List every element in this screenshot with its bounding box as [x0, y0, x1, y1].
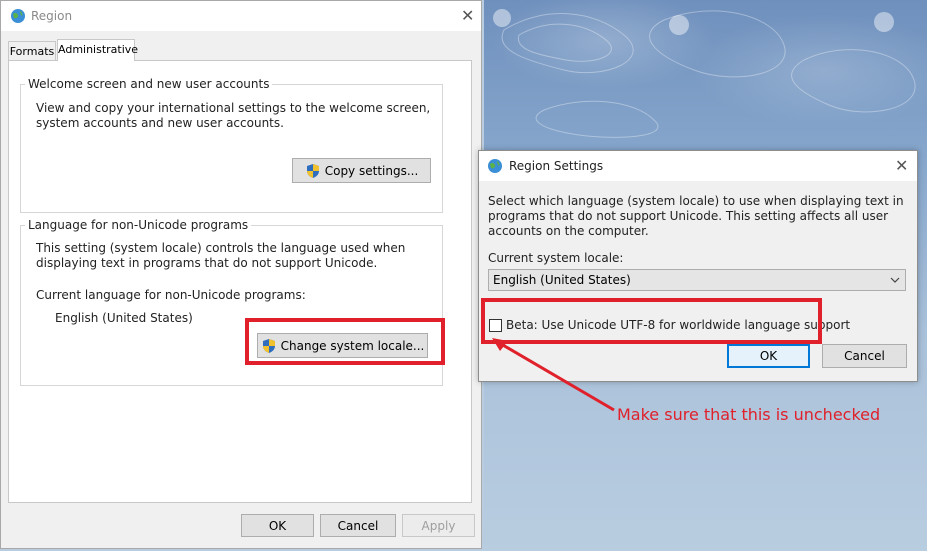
current-language-value: English (United States): [55, 311, 193, 325]
current-language-label: Current language for non-Unicode program…: [36, 288, 306, 302]
close-icon[interactable]: ✕: [895, 158, 908, 174]
annotation-arrow: [492, 338, 615, 412]
welcome-description: View and copy your international setting…: [36, 101, 431, 130]
tab-formats[interactable]: Formats: [8, 41, 56, 60]
apply-button[interactable]: Apply: [402, 514, 475, 537]
dialog-cancel-button[interactable]: Cancel: [822, 344, 907, 368]
group-legend: Welcome screen and new user accounts: [28, 77, 270, 91]
chevron-down-icon: [890, 277, 900, 283]
title-bar: Region ✕: [1, 1, 481, 31]
highlight-change-locale: [245, 318, 445, 365]
group-legend: Language for non-Unicode programs: [28, 218, 249, 232]
region-window: Region ✕ Formats Administrative Welcome …: [0, 0, 482, 549]
window-title: Region: [31, 9, 73, 23]
system-locale-value: English (United States): [493, 273, 631, 287]
desktop-wallpaper-pattern: [493, 9, 916, 138]
copy-settings-button[interactable]: Copy settings...: [292, 158, 431, 183]
dialog-ok-button[interactable]: OK: [727, 344, 810, 368]
tab-administrative[interactable]: Administrative: [57, 39, 138, 61]
annotation-text: Make sure that this is unchecked: [617, 405, 881, 424]
close-icon[interactable]: ✕: [461, 8, 474, 24]
dialog-title-bar: Region Settings ✕: [479, 151, 917, 181]
non-unicode-description: This setting (system locale) controls th…: [36, 241, 406, 270]
dialog-description: Select which language (system locale) to…: [488, 194, 904, 238]
system-locale-label: Current system locale:: [488, 251, 624, 265]
globe-icon: [488, 159, 502, 173]
globe-icon: [11, 9, 25, 23]
copy-settings-label: Copy settings...: [324, 163, 419, 178]
dialog-title: Region Settings: [509, 159, 604, 173]
system-locale-select[interactable]: English (United States): [488, 269, 906, 291]
cancel-button[interactable]: Cancel: [320, 514, 396, 537]
uac-shield-icon: [306, 163, 319, 178]
tab-panel-administrative: Welcome screen and new user accounts Vie…: [8, 60, 472, 503]
ok-button[interactable]: OK: [241, 514, 314, 537]
welcome-screen-group: Welcome screen and new user accounts: [20, 77, 443, 213]
